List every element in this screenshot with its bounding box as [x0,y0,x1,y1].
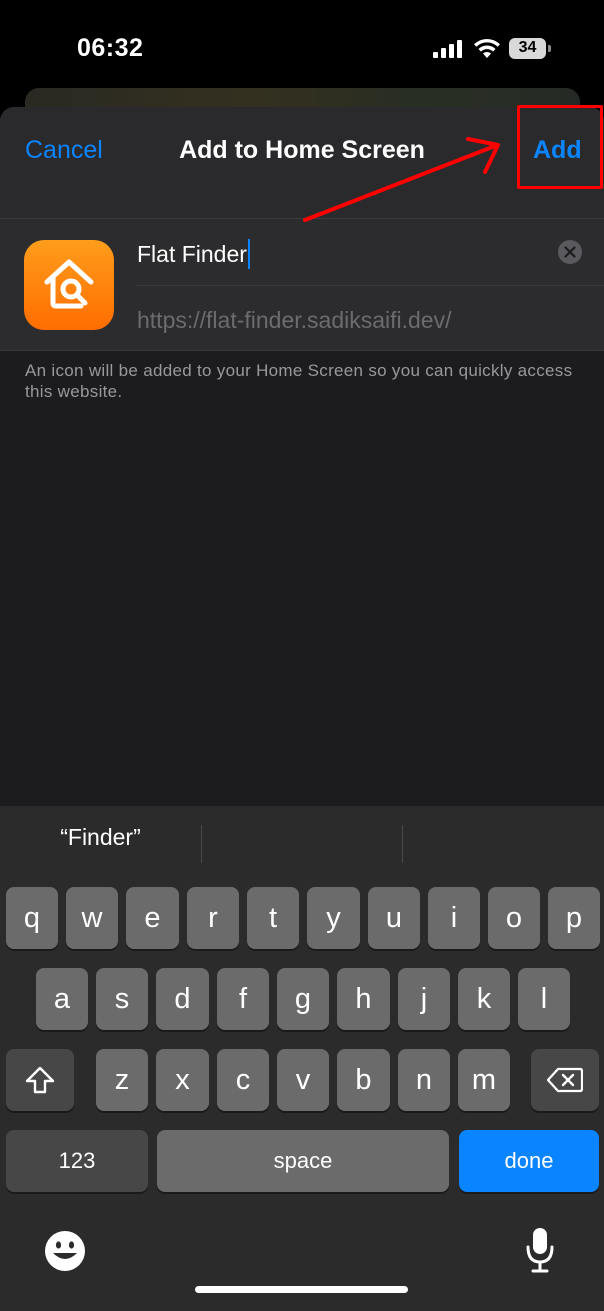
key-k[interactable]: k [458,968,510,1030]
field-divider [137,285,604,286]
key-d[interactable]: d [156,968,209,1030]
microphone-icon[interactable] [524,1226,556,1274]
status-time: 06:32 [77,34,144,62]
key-f[interactable]: f [217,968,269,1030]
key-r[interactable]: r [187,887,239,949]
battery-icon: 34 [509,38,551,59]
key-u[interactable]: u [368,887,420,949]
shift-key[interactable] [6,1049,74,1111]
key-g[interactable]: g [277,968,329,1030]
cancel-button[interactable]: Cancel [25,136,103,165]
house-search-icon [44,259,94,309]
key-b[interactable]: b [337,1049,390,1111]
backspace-key[interactable] [531,1049,599,1111]
clear-icon [564,246,576,258]
numbers-key[interactable]: 123 [6,1130,148,1192]
key-m[interactable]: m [458,1049,510,1111]
clear-button[interactable] [558,240,582,264]
backspace-icon [547,1067,583,1093]
key-z[interactable]: z [96,1049,148,1111]
name-input-value: Flat Finder [137,241,247,268]
url-text: https://flat-finder.sadiksaifi.dev/ [137,307,452,333]
key-o[interactable]: o [488,887,540,949]
suggestion-divider [201,825,202,863]
done-key[interactable]: done [459,1130,599,1192]
key-w[interactable]: w [66,887,118,949]
bookmark-form: Flat Finder https://flat-finder.sadiksai… [0,218,604,351]
app-icon [24,240,114,330]
key-h[interactable]: h [337,968,390,1030]
shift-icon [25,1066,55,1094]
battery-level: 34 [518,39,537,56]
keyboard: “Finder” q w e r t y u i o p a s d f g h… [0,806,604,1311]
space-key[interactable]: space [157,1130,449,1192]
key-t[interactable]: t [247,887,299,949]
signal-icon [433,40,462,58]
key-s[interactable]: s [96,968,148,1030]
status-bar: 06:32 34 [0,0,604,95]
key-l[interactable]: l [518,968,570,1030]
home-indicator [195,1286,408,1293]
key-a[interactable]: a [36,968,88,1030]
key-c[interactable]: c [217,1049,269,1111]
arrow-annotation [303,137,500,222]
key-n[interactable]: n [398,1049,450,1111]
key-x[interactable]: x [156,1049,209,1111]
text-caret [247,239,250,269]
suggestion-divider [402,825,403,863]
suggestion-1[interactable]: “Finder” [0,824,201,851]
key-v[interactable]: v [277,1049,329,1111]
key-p[interactable]: p [548,887,600,949]
key-q[interactable]: q [6,887,58,949]
emoji-icon[interactable] [44,1230,86,1272]
key-e[interactable]: e [126,887,179,949]
wifi-icon [474,38,500,58]
key-i[interactable]: i [428,887,480,949]
highlight-box [517,105,603,189]
info-text: An icon will be added to your Home Scree… [25,361,573,401]
name-input[interactable]: Flat Finder [137,239,250,271]
key-j[interactable]: j [398,968,450,1030]
key-y[interactable]: y [307,887,360,949]
